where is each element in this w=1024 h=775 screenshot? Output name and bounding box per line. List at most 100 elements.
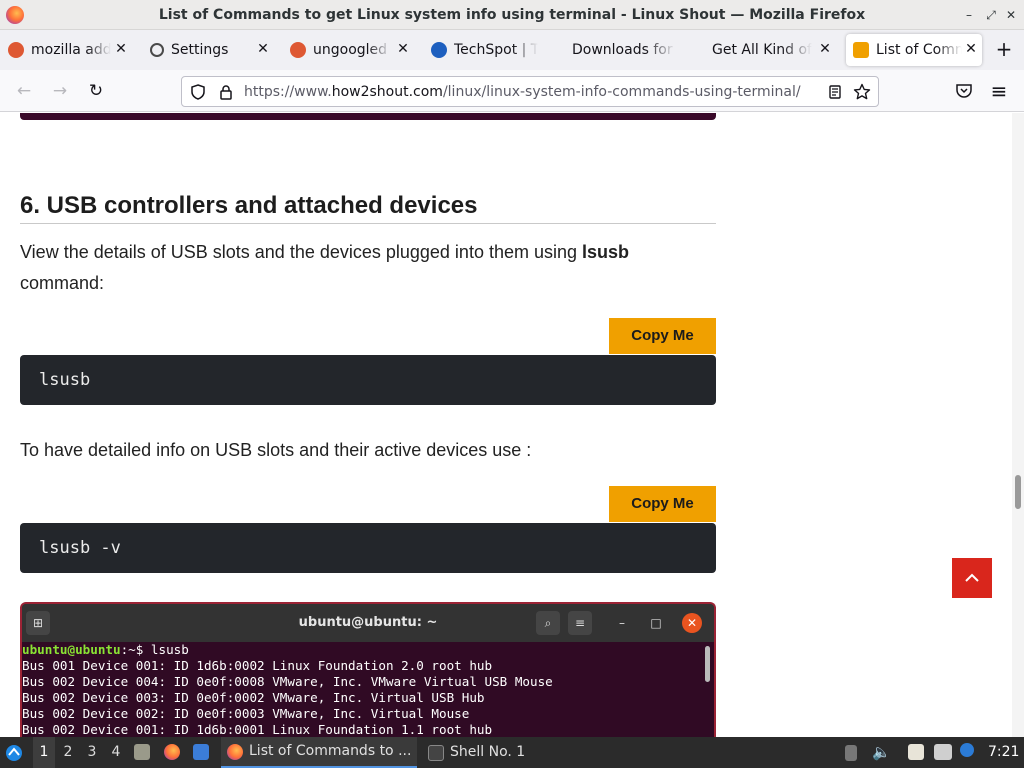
shield-icon[interactable] [190,84,206,100]
app-menu-button[interactable]: ≡ [990,81,1008,101]
workspace-4[interactable]: 4 [105,737,127,768]
web-page-content: 6. USB controllers and attached devices … [0,113,1012,737]
paragraph-text: command: [20,273,105,293]
page-scrollbar-track[interactable] [1012,113,1024,737]
workspace-2[interactable]: 2 [57,737,79,768]
tab-settings[interactable]: Settings ✕ [150,34,274,66]
reader-view-icon[interactable] [827,84,843,100]
tab-label: Get All Kind of [712,42,812,58]
task-label: List of Commands to ... [249,743,412,759]
copy-me-button[interactable]: Copy Me [609,318,716,354]
close-icon: ✕ [682,613,702,633]
desktop-icon [193,744,209,760]
folder-icon [134,744,150,760]
terminal-output-line: Bus 002 Device 001: ID 1d6b:0001 Linux F… [22,722,493,737]
gear-icon [150,43,164,57]
tab-strip: mozilla addons ✕ Settings ✕ ungoogled ch… [0,30,1024,70]
code-block-lsusb-v: lsusb -v [20,523,716,573]
tab-get-all-kind[interactable]: Get All Kind of ✕ [712,34,836,66]
tab-label: mozilla addons [31,42,111,58]
reload-button[interactable]: ↻ [87,82,105,100]
close-window-button[interactable]: ✕ [1002,6,1020,24]
url-bar[interactable]: https://www.how2shout.com/linux/linux-sy… [181,76,879,107]
network-icon [934,744,952,760]
tab-label: ungoogled chromium [313,42,391,58]
tab-close-icon[interactable]: ✕ [114,42,128,56]
workspace-3[interactable]: 3 [81,737,103,768]
notification-button[interactable] [960,737,982,768]
tab-mozilla-addons[interactable]: mozilla addons ✕ [8,34,132,66]
show-desktop-button[interactable] [193,737,215,768]
clipboard-button[interactable] [908,737,926,768]
tab-downloads[interactable]: Downloads for [572,34,696,66]
prompt-user: ubuntu@ubuntu [22,642,121,657]
file-manager-launcher[interactable] [134,737,154,768]
paragraph-lsusb-intro: View the details of USB slots and the de… [20,237,710,299]
terminal-icon [428,744,444,761]
taskbar-firefox-window[interactable]: List of Commands to ... [221,737,417,768]
info-icon [960,743,974,757]
tab-techspot[interactable]: TechSpot | Tech [431,34,555,66]
forward-button[interactable]: → [51,82,69,100]
page-scrollbar-thumb[interactable] [1015,475,1021,509]
hamburger-menu-icon: ≡ [568,611,592,635]
tray-update-indicator[interactable] [845,737,859,768]
workspace-1[interactable]: 1 [33,737,55,768]
network-button[interactable] [934,737,954,768]
command-name: lsusb [582,242,630,262]
window-titlebar: List of Commands to get Linux system inf… [0,0,1024,30]
tab-label: List of Commands [876,42,962,58]
techspot-icon [431,42,447,58]
start-menu-button[interactable] [4,737,28,768]
window-title: List of Commands to get Linux system inf… [158,7,866,23]
speaker-icon: 🔈 [872,743,891,761]
package-icon [845,745,857,761]
duckduckgo-icon [8,42,24,58]
paragraph-detailed-info: To have detailed info on USB slots and t… [20,440,532,460]
back-to-top-button[interactable] [952,558,992,598]
previous-code-block [20,113,716,120]
copy-me-button[interactable]: Copy Me [609,486,716,522]
terminal-scrollbar [705,646,710,682]
firefox-icon [164,744,180,760]
task-label: Shell No. 1 [450,744,526,760]
bookmark-star-icon[interactable] [853,83,871,101]
tab-close-icon[interactable]: ✕ [818,42,832,56]
tab-label: Downloads for [572,42,673,58]
volume-button[interactable]: 🔈 [872,737,891,768]
terminal-command: lsusb [150,642,189,657]
firefox-icon [227,743,243,760]
clock[interactable]: 7:21 [988,737,1022,768]
lubuntu-logo-icon [6,745,22,761]
new-tab-button[interactable]: + [994,39,1014,59]
terminal-screenshot-image: ⊞ ubuntu@ubuntu: ~ ⌕ ≡ – □ ✕ ubuntu@ubun… [20,602,716,737]
minimize-button[interactable]: – [960,6,978,24]
tab-close-icon[interactable]: ✕ [256,42,270,56]
terminal-output-line: Bus 002 Device 002: ID 0e0f:0003 VMware,… [22,706,470,721]
paragraph-text: View the details of USB slots and the de… [20,242,583,262]
back-button[interactable]: ← [15,82,33,100]
prompt-separator: :~$ [120,642,151,657]
duckduckgo-icon [290,42,306,58]
pocket-icon[interactable] [955,83,973,99]
terminal-prompt-line: ubuntu@ubuntu:~$ lsusb [22,642,714,658]
url-text[interactable]: https://www.how2shout.com/linux/linux-sy… [244,84,801,100]
terminal-header: ⊞ ubuntu@ubuntu: ~ ⌕ ≡ – □ ✕ [22,604,714,642]
tab-list-of-commands[interactable]: List of Commands ✕ [846,34,982,66]
tab-label: TechSpot | Tech [454,42,538,58]
chevron-up-icon [965,573,979,582]
section-heading: 6. USB controllers and attached devices [20,192,478,219]
firefox-launcher[interactable] [164,737,184,768]
terminal-output-line: Bus 002 Device 004: ID 0e0f:0008 VMware,… [22,674,553,689]
tab-close-icon[interactable]: ✕ [396,42,410,56]
how2shout-icon [853,42,869,58]
maximize-button[interactable]: ⤢ [982,6,1000,24]
tab-close-icon[interactable]: ✕ [964,42,978,56]
lock-icon[interactable] [218,84,234,100]
navigation-toolbar: ← → ↻ https://www.how2shout.com/linux/li… [0,70,1024,112]
tab-ungoogled-chromium[interactable]: ungoogled chromium ✕ [290,34,414,66]
heading-divider [20,223,716,224]
code-block-lsusb: lsusb [20,355,716,405]
terminal-output-line: Bus 002 Device 003: ID 0e0f:0002 VMware,… [22,690,485,705]
taskbar-shell-window[interactable]: Shell No. 1 [422,737,582,768]
